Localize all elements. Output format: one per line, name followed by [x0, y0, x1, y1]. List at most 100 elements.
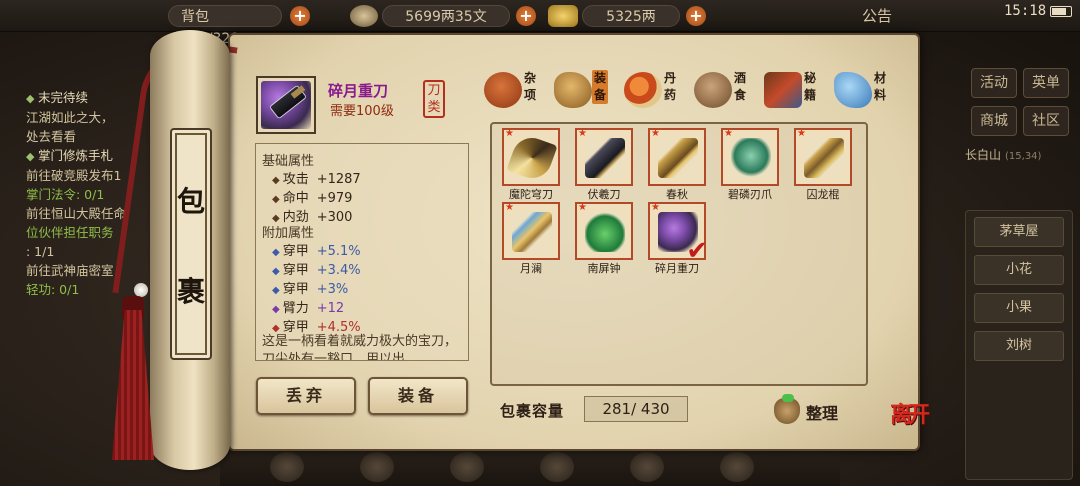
base-attribute-row: ◆ 内劲 +300	[272, 206, 352, 225]
top-status-bar: 背包 320/320 + 5699两35文 + 5325两 + 公告 15:18	[0, 0, 1080, 47]
item-label: 碎月重刀	[655, 262, 699, 275]
title-char: 包	[176, 185, 205, 218]
crystal-icon	[834, 72, 872, 108]
gold-amount: 5325两	[582, 5, 680, 27]
tab-5[interactable]: 秘籍	[764, 70, 822, 110]
capacity-value: 281/ 430	[584, 396, 688, 422]
inventory-slot[interactable]: ★	[575, 202, 633, 260]
tab-2[interactable]: 装备	[554, 70, 612, 110]
sort-button[interactable]: 整理	[774, 394, 848, 426]
diamond-icon: ◆	[272, 247, 280, 258]
clock: 15:18	[1004, 3, 1047, 19]
diamond-icon: ◆	[272, 194, 280, 205]
inventory-slot[interactable]: ★	[794, 128, 852, 186]
attr-value: +3%	[316, 282, 349, 297]
tab-4[interactable]: 酒食	[694, 70, 752, 110]
quality-star-icon: ★	[505, 202, 514, 213]
selected-item-slot	[256, 76, 316, 134]
attr-value: +5.1%	[316, 244, 361, 259]
item-label: 春秋	[666, 188, 688, 201]
attr-value: +300	[316, 210, 353, 225]
extra-attribute-row: ◆ 穿甲 +4.5%	[272, 316, 361, 335]
inventory-slot[interactable]: ★	[502, 202, 560, 260]
tab-3[interactable]: 丹药	[624, 70, 682, 110]
add-gold-button[interactable]: +	[686, 6, 706, 26]
extra-attribute-row: ◆ 穿甲 +3.4%	[272, 259, 361, 278]
item-label: 南屏钟	[587, 262, 621, 275]
tab-label: 酒食	[733, 71, 746, 102]
sort-label: 整理	[806, 404, 839, 423]
npc-item[interactable]: 小花	[974, 255, 1064, 285]
inventory-slot[interactable]: ★	[648, 128, 706, 186]
add-bag-button[interactable]: +	[290, 6, 310, 26]
base-attributes-title: 基础属性	[262, 154, 315, 169]
location-display[interactable]: 长白山 (15,34)	[965, 146, 1069, 168]
attr-value: +4.5%	[316, 320, 361, 335]
diamond-icon: ◆	[272, 175, 280, 186]
tab-label: 材料	[873, 71, 886, 102]
bag-count: 背包 320/320	[168, 5, 282, 47]
quality-star-icon: ★	[651, 202, 660, 213]
tab-label: 丹药	[663, 71, 676, 102]
coin-amount: 5699两35文	[382, 5, 510, 27]
tab-1[interactable]: 杂项	[484, 70, 542, 110]
menu-icon[interactable]	[720, 452, 754, 482]
fan-icon	[554, 72, 592, 108]
item-label: 伏羲刀	[587, 188, 621, 201]
inventory-slot[interactable]: ★	[502, 128, 560, 186]
item-level-requirement: 需要100级	[330, 104, 394, 119]
npc-list: 茅草屋 小花 小果 刘树	[965, 210, 1073, 480]
attr-name: 穿甲	[282, 282, 309, 297]
item-label: 月澜	[520, 262, 542, 275]
activity-button[interactable]: 活动	[971, 68, 1017, 98]
discard-button[interactable]: 丢弃	[256, 377, 356, 415]
leave-button[interactable]: 离开	[890, 404, 942, 450]
attr-value: +3.4%	[316, 263, 361, 278]
inventory-slot[interactable]: ★	[721, 128, 779, 186]
weapon-icon	[804, 138, 844, 178]
bag-title-plaque: 包 裹	[170, 128, 212, 360]
inventory-slot[interactable]: ★ ✔	[648, 202, 708, 266]
rank-button[interactable]: 英单	[1023, 68, 1069, 98]
notice-button[interactable]: 公告	[862, 5, 892, 26]
npc-item[interactable]: 小果	[974, 293, 1064, 323]
item-label: 魔陀穹刀	[509, 188, 553, 201]
menu-icon[interactable]	[540, 452, 574, 482]
menu-icon[interactable]	[630, 452, 664, 482]
inventory-slot[interactable]: ★	[575, 128, 633, 186]
quality-star-icon: ★	[797, 128, 806, 139]
shop-button[interactable]: 商城	[971, 106, 1017, 136]
diamond-icon: ◆	[272, 285, 280, 296]
tab-6[interactable]: 材料	[834, 70, 892, 110]
bottom-menu-bar	[220, 446, 840, 486]
attr-name: 内劲	[282, 210, 309, 225]
npc-item[interactable]: 刘树	[974, 331, 1064, 361]
diamond-icon: ◆	[272, 213, 280, 224]
tab-label: 装备	[592, 70, 608, 104]
attr-name: 穿甲	[282, 244, 309, 259]
quality-star-icon: ★	[651, 128, 660, 139]
wine-icon	[694, 72, 732, 108]
add-coin-button[interactable]: +	[516, 6, 536, 26]
location-coords: (15,34)	[1005, 151, 1042, 162]
attr-value: +979	[316, 191, 353, 206]
weapon-icon	[658, 138, 698, 178]
menu-icon[interactable]	[450, 452, 484, 482]
broad-blade-icon	[261, 81, 311, 129]
diamond-icon: ◆	[272, 266, 280, 277]
coin-icon	[350, 5, 378, 27]
equip-button[interactable]: 装备	[368, 377, 468, 415]
npc-item[interactable]: 茅草屋	[974, 217, 1064, 247]
quality-star-icon: ★	[578, 202, 587, 213]
tab-label: 杂项	[523, 71, 536, 102]
tab-label: 秘籍	[803, 71, 816, 102]
community-button[interactable]: 社区	[1023, 106, 1069, 136]
menu-icon[interactable]	[360, 452, 394, 482]
item-description: 这是一柄看着就威力极大的宝刀，刀尖处有一豁口，用以出	[262, 334, 458, 361]
quality-star-icon: ★	[578, 128, 587, 139]
item-attributes-panel[interactable]: 基础属性 附加属性 这是一柄看着就威力极大的宝刀，刀尖处有一豁口，用以出 ◆ 攻击…	[255, 143, 469, 361]
weapon-icon	[585, 212, 625, 252]
attr-name: 命中	[282, 191, 309, 206]
attr-value: +1287	[316, 172, 361, 187]
menu-icon[interactable]	[270, 452, 304, 482]
